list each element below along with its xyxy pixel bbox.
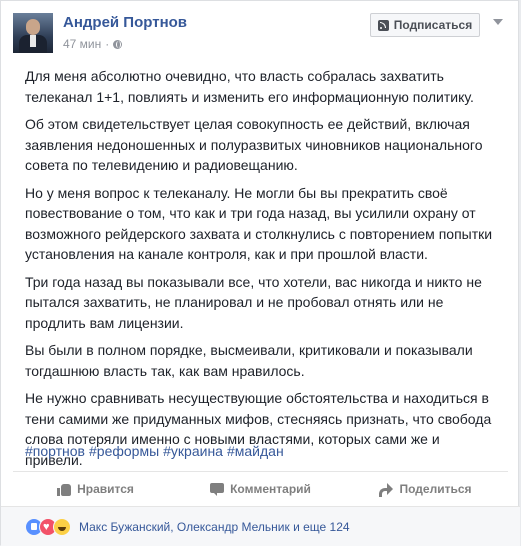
rss-icon	[377, 19, 389, 31]
hashtag-link[interactable]: #реформы	[89, 443, 159, 459]
hashtags: #портнов #реформы #украина #майдан	[25, 441, 288, 461]
author-avatar[interactable]	[13, 13, 53, 53]
chevron-down-icon[interactable]	[488, 13, 508, 33]
share-button[interactable]: Поделиться	[343, 482, 508, 497]
post-paragraph: Об этом свидетельствует целая совокупнос…	[25, 116, 483, 173]
post-paragraph: Вы были в полном порядке, высмеивали, кр…	[25, 342, 473, 379]
post-paragraph: Но у меня вопрос к телеканалу. Не могли …	[25, 184, 493, 263]
post-meta: 47 мин ·	[63, 37, 123, 51]
post-paragraph: Для меня абсолютно очевидно, что власть …	[25, 68, 474, 105]
comment-label: Комментарий	[230, 482, 311, 496]
haha-reaction-icon[interactable]	[53, 517, 71, 536]
share-icon	[379, 482, 394, 497]
post-actions: Нравится Комментарий Поделиться	[13, 472, 508, 506]
comment-button[interactable]: Комментарий	[178, 482, 343, 496]
reactions-bar: Макс Бужанский, Олександр Мельник и еще …	[1, 506, 520, 546]
hashtag-link[interactable]: #украина	[163, 443, 223, 459]
post-timestamp[interactable]: 47 мин	[63, 37, 101, 51]
reactions-summary[interactable]: Макс Бужанский, Олександр Мельник и еще …	[79, 520, 350, 534]
subscribe-button[interactable]: Подписаться	[370, 13, 480, 37]
comment-icon	[210, 482, 225, 496]
post-paragraph: Три года назад вы показывали все, что хо…	[25, 273, 482, 331]
hashtag-link[interactable]: #майдан	[227, 443, 284, 459]
globe-icon	[113, 40, 123, 49]
post-text: Для меня абсолютно очевидно, что власть …	[25, 66, 497, 477]
hashtag-link[interactable]: #портнов	[25, 443, 85, 459]
share-label: Поделиться	[399, 482, 472, 496]
subscribe-label: Подписаться	[393, 18, 473, 32]
like-label: Нравится	[77, 482, 134, 496]
post-card: Андрей Портнов 47 мин · Подписаться Для м…	[0, 0, 520, 546]
like-button[interactable]: Нравится	[13, 482, 178, 496]
author-name[interactable]: Андрей Портнов	[63, 14, 187, 31]
thumbs-up-icon	[57, 482, 72, 496]
